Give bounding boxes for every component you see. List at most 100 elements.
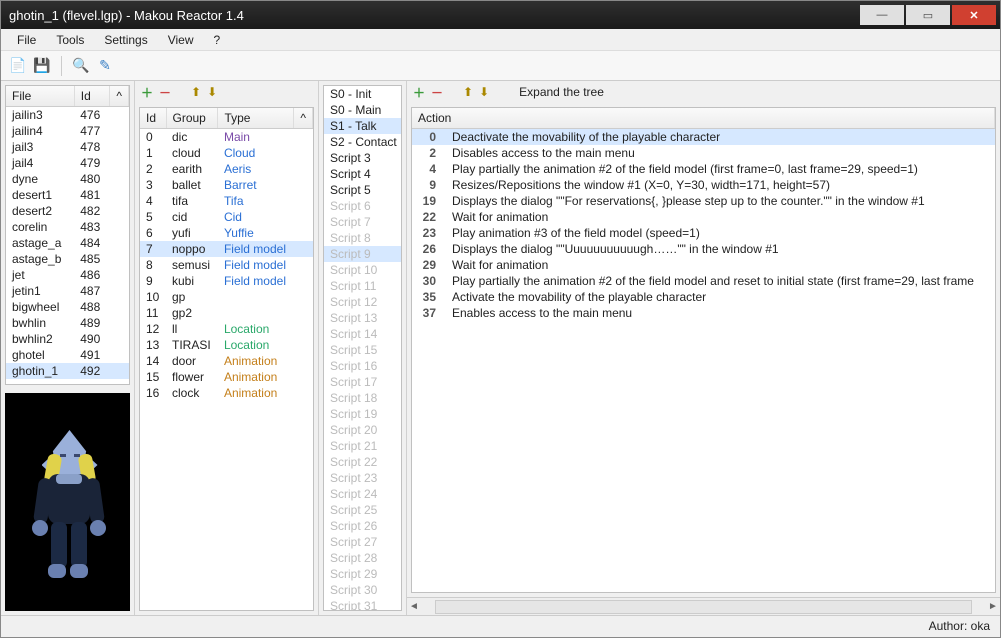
list-item[interactable]: Script 12 xyxy=(324,294,402,310)
table-row[interactable]: 2Disables access to the main menu xyxy=(412,145,995,161)
table-row[interactable]: 7noppoField model xyxy=(140,241,313,257)
list-item[interactable]: Script 24 xyxy=(324,486,402,502)
list-item[interactable]: Script 27 xyxy=(324,534,402,550)
close-button[interactable]: ✕ xyxy=(952,5,996,25)
add-icon[interactable]: ＋ xyxy=(141,84,153,101)
table-row[interactable]: 15flowerAnimation xyxy=(140,369,313,385)
table-row[interactable]: astage_b485 xyxy=(6,251,129,267)
table-row[interactable]: jetin1487 xyxy=(6,283,129,299)
list-item[interactable]: S0 - Init xyxy=(324,86,402,102)
table-row[interactable]: 8semusiField model xyxy=(140,257,313,273)
table-row[interactable]: jail3478 xyxy=(6,139,129,155)
table-row[interactable]: 29Wait for animation xyxy=(412,257,995,273)
list-item[interactable]: S1 - Talk xyxy=(324,118,402,134)
table-row[interactable]: 9kubiField model xyxy=(140,273,313,289)
expand-tree-button[interactable]: Expand the tree xyxy=(519,85,604,99)
table-row[interactable]: 22Wait for animation xyxy=(412,209,995,225)
table-row[interactable]: ghotel491 xyxy=(6,347,129,363)
list-item[interactable]: Script 16 xyxy=(324,358,402,374)
table-row[interactable]: 0dicMain xyxy=(140,129,313,146)
script-icon[interactable]: ✎ xyxy=(96,57,114,75)
list-item[interactable]: Script 3 xyxy=(324,150,402,166)
list-item[interactable]: Script 13 xyxy=(324,310,402,326)
table-row[interactable]: 5cidCid xyxy=(140,209,313,225)
list-item[interactable]: Script 31 xyxy=(324,598,402,611)
table-row[interactable]: 4Play partially the animation #2 of the … xyxy=(412,161,995,177)
arrow-down-icon[interactable]: ⬇ xyxy=(207,85,217,99)
menu-item[interactable]: Settings xyxy=(94,31,157,49)
table-row[interactable]: 0Deactivate the movability of the playab… xyxy=(412,129,995,146)
list-item[interactable]: Script 28 xyxy=(324,550,402,566)
list-item[interactable]: Script 14 xyxy=(324,326,402,342)
table-row[interactable]: 37Enables access to the main menu xyxy=(412,305,995,321)
new-icon[interactable]: 📄 xyxy=(9,57,27,75)
table-row[interactable]: 2earithAeris xyxy=(140,161,313,177)
action-list[interactable]: Action0Deactivate the movability of the … xyxy=(411,107,996,593)
save-icon[interactable]: 💾 xyxy=(33,57,51,75)
table-row[interactable]: ghotin_1492 xyxy=(6,363,129,379)
table-row[interactable]: jailin3476 xyxy=(6,107,129,124)
list-item[interactable]: Script 10 xyxy=(324,262,402,278)
table-row[interactable]: astage_a484 xyxy=(6,235,129,251)
table-row[interactable]: 1cloudCloud xyxy=(140,145,313,161)
arrow-up-icon[interactable]: ⬆ xyxy=(463,85,473,99)
table-row[interactable]: jailin4477 xyxy=(6,123,129,139)
arrow-up-icon[interactable]: ⬆ xyxy=(191,85,201,99)
table-row[interactable]: bigwheel488 xyxy=(6,299,129,315)
list-item[interactable]: S0 - Main xyxy=(324,102,402,118)
table-row[interactable]: corelin483 xyxy=(6,219,129,235)
list-item[interactable]: Script 19 xyxy=(324,406,402,422)
table-row[interactable]: 35Activate the movability of the playabl… xyxy=(412,289,995,305)
list-item[interactable]: Script 9 xyxy=(324,246,402,262)
menu-item[interactable]: ? xyxy=(204,31,231,49)
table-row[interactable]: 14doorAnimation xyxy=(140,353,313,369)
table-row[interactable]: desert1481 xyxy=(6,187,129,203)
list-item[interactable]: Script 11 xyxy=(324,278,402,294)
list-item[interactable]: Script 22 xyxy=(324,454,402,470)
list-item[interactable]: Script 26 xyxy=(324,518,402,534)
table-row[interactable]: 11gp2 xyxy=(140,305,313,321)
file-list[interactable]: FileId^jailin3476jailin4477jail3478jail4… xyxy=(5,85,130,385)
table-row[interactable]: bwhlin2490 xyxy=(6,331,129,347)
arrow-down-icon[interactable]: ⬇ xyxy=(479,85,489,99)
list-item[interactable]: Script 4 xyxy=(324,166,402,182)
list-item[interactable]: Script 29 xyxy=(324,566,402,582)
list-item[interactable]: S2 - Contact xyxy=(324,134,402,150)
list-item[interactable]: Script 18 xyxy=(324,390,402,406)
table-row[interactable]: 6yufiYuffie xyxy=(140,225,313,241)
table-row[interactable]: 10gp xyxy=(140,289,313,305)
list-item[interactable]: Script 30 xyxy=(324,582,402,598)
add-icon[interactable]: ＋ xyxy=(413,84,425,101)
list-item[interactable]: Script 25 xyxy=(324,502,402,518)
table-row[interactable]: 3balletBarret xyxy=(140,177,313,193)
horizontal-scrollbar[interactable]: ◄► xyxy=(407,597,1000,615)
list-item[interactable]: Script 21 xyxy=(324,438,402,454)
menu-item[interactable]: Tools xyxy=(46,31,94,49)
group-list[interactable]: IdGroupType^0dicMain1cloudCloud2earithAe… xyxy=(139,107,314,611)
menu-item[interactable]: File xyxy=(7,31,46,49)
remove-icon[interactable]: － xyxy=(159,84,171,101)
table-row[interactable]: 26Displays the dialog ""Uuuuuuuuuuugh……"… xyxy=(412,241,995,257)
script-list[interactable]: S0 - InitS0 - MainS1 - TalkS2 - ContactS… xyxy=(323,85,402,611)
search-icon[interactable]: 🔍 xyxy=(72,57,90,75)
menu-item[interactable]: View xyxy=(158,31,204,49)
table-row[interactable]: jail4479 xyxy=(6,155,129,171)
list-item[interactable]: Script 6 xyxy=(324,198,402,214)
list-item[interactable]: Script 20 xyxy=(324,422,402,438)
table-row[interactable]: 13TIRASILocation xyxy=(140,337,313,353)
list-item[interactable]: Script 5 xyxy=(324,182,402,198)
list-item[interactable]: Script 15 xyxy=(324,342,402,358)
list-item[interactable]: Script 23 xyxy=(324,470,402,486)
table-row[interactable]: 12llLocation xyxy=(140,321,313,337)
maximize-button[interactable]: ▭ xyxy=(906,5,950,25)
table-row[interactable]: bwhlin489 xyxy=(6,315,129,331)
remove-icon[interactable]: － xyxy=(431,84,443,101)
table-row[interactable]: dyne480 xyxy=(6,171,129,187)
list-item[interactable]: Script 8 xyxy=(324,230,402,246)
table-row[interactable]: 19Displays the dialog ""For reservations… xyxy=(412,193,995,209)
list-item[interactable]: Script 7 xyxy=(324,214,402,230)
table-row[interactable]: 9Resizes/Repositions the window #1 (X=0,… xyxy=(412,177,995,193)
table-row[interactable]: 30Play partially the animation #2 of the… xyxy=(412,273,995,289)
table-row[interactable]: desert2482 xyxy=(6,203,129,219)
list-item[interactable]: Script 17 xyxy=(324,374,402,390)
